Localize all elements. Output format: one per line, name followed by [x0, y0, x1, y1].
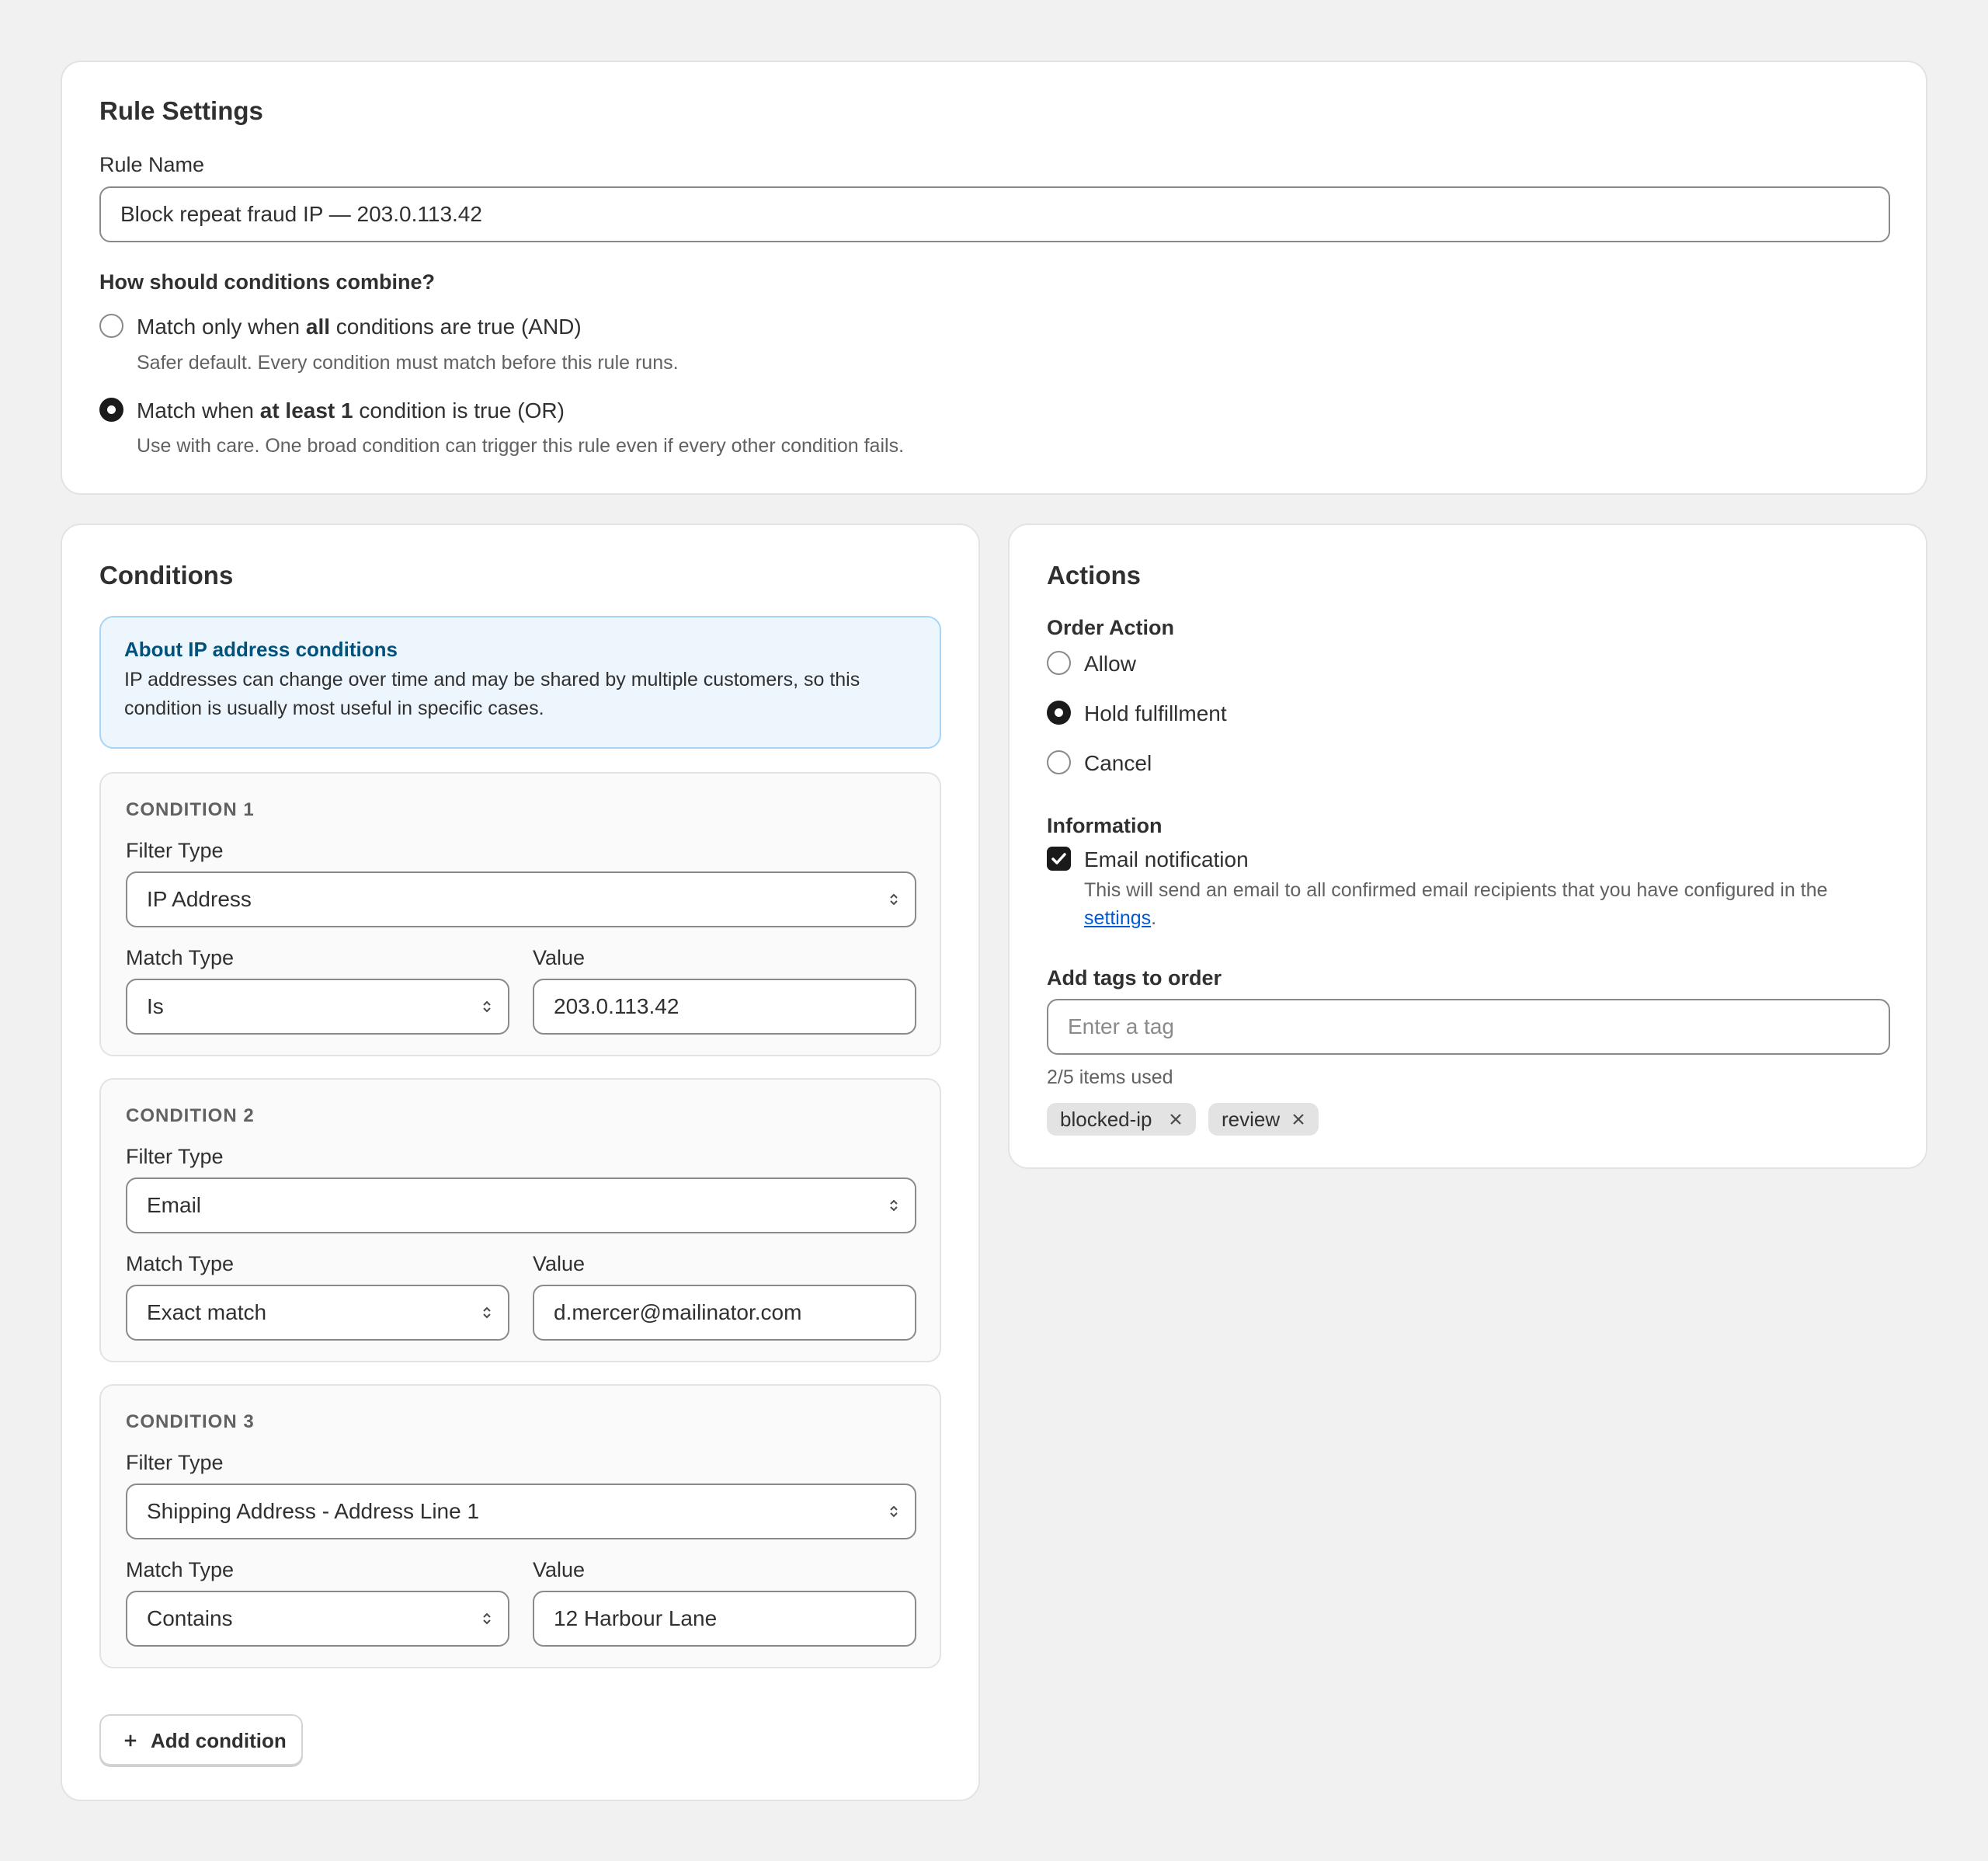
condition-1-value: 203.0.113.42	[554, 994, 679, 1018]
combine-question: How should conditions combine?	[99, 270, 435, 294]
rule-name-value: Block repeat fraud IP — 203.0.113.42	[120, 202, 482, 226]
option-and-bold: all	[305, 315, 331, 339]
condition-1-match-label: Match Type	[126, 946, 235, 969]
rule-name-label: Rule Name	[99, 153, 205, 176]
select-chevron-icon	[890, 1199, 898, 1212]
condition-2-filter-select[interactable]: Email	[126, 1177, 916, 1233]
condition-2-heading: CONDITION 2	[126, 1105, 255, 1126]
tag-review: review	[1208, 1103, 1319, 1136]
condition-1-match-select[interactable]: Is	[126, 979, 509, 1035]
condition-1-filter-value: IP Address	[147, 887, 252, 911]
tag-blocked-ip: blocked-ip	[1047, 1103, 1196, 1136]
info-banner-line1: IP addresses can change over time and ma…	[124, 669, 860, 690]
condition-3-match-value: Contains	[147, 1606, 233, 1630]
actions-card: Actions Order Action Allow Hold fulfillm…	[1008, 524, 1927, 1169]
select-chevron-icon	[890, 893, 898, 906]
checkmark-icon	[1051, 853, 1066, 864]
tag-input-placeholder: Enter a tag	[1068, 1014, 1174, 1038]
tags-count: 2/5 items used	[1047, 1066, 1173, 1088]
condition-3-value-label: Value	[533, 1558, 586, 1581]
actions-title: Actions	[1047, 561, 1142, 590]
option-and-help: Safer default. Every condition must matc…	[137, 352, 679, 374]
option-or-bold: at least 1	[259, 398, 353, 423]
order-action-label: Order Action	[1047, 616, 1175, 639]
option-or-prefix: Match when	[137, 398, 260, 423]
add-condition-button[interactable]: Add condition	[99, 1714, 303, 1765]
info-banner-line2: condition is usually most useful in spec…	[124, 697, 544, 719]
radio-hold-fulfillment[interactable]	[1047, 701, 1071, 725]
info-banner: About IP address conditions IP addresses…	[99, 616, 941, 749]
condition-1-value-label: Value	[533, 946, 586, 969]
plus-icon	[124, 1734, 137, 1747]
radio-or[interactable]	[99, 398, 123, 422]
rule-name-input[interactable]: Block repeat fraud IP — 203.0.113.42	[99, 186, 1890, 242]
option-and-suffix: conditions are true (AND)	[330, 315, 582, 339]
option-or-label[interactable]: Match when at least 1 condition is true …	[137, 398, 565, 423]
condition-3-match-label: Match Type	[126, 1558, 235, 1581]
add-tags-label: Add tags to order	[1047, 966, 1222, 990]
condition-3-value-input[interactable]: 12 Harbour Lane	[533, 1591, 916, 1647]
select-chevron-icon	[483, 1612, 491, 1625]
condition-1-box: CONDITION 1 Filter Type IP Address Match…	[99, 772, 941, 1056]
conditions-title: Conditions	[99, 561, 234, 590]
condition-3-filter-select[interactable]: Shipping Address - Address Line 1	[126, 1484, 916, 1539]
option-or-suffix: condition is true (OR)	[353, 398, 565, 423]
condition-1-heading: CONDITION 1	[126, 799, 255, 820]
tag-input[interactable]: Enter a tag	[1047, 999, 1890, 1055]
condition-1-match-value: Is	[147, 994, 164, 1018]
condition-2-match-label: Match Type	[126, 1252, 235, 1275]
select-chevron-icon	[890, 1505, 898, 1518]
condition-3-value: 12 Harbour Lane	[554, 1606, 718, 1630]
email-notification-help: This will send an email to all confirmed…	[1084, 879, 1828, 901]
tag-label: blocked-ip	[1060, 1107, 1152, 1131]
condition-3-filter-label: Filter Type	[126, 1451, 224, 1474]
condition-2-match-select[interactable]: Exact match	[126, 1285, 509, 1341]
condition-2-value-input[interactable]: d.mercer@mailinator.com	[533, 1285, 916, 1341]
condition-3-heading: CONDITION 3	[126, 1411, 255, 1432]
settings-link[interactable]: settings	[1084, 907, 1151, 929]
conditions-card: Conditions About IP address conditions I…	[61, 524, 980, 1801]
add-condition-label: Add condition	[151, 1729, 287, 1752]
help-period: .	[1151, 907, 1157, 929]
condition-1-filter-select[interactable]: IP Address	[126, 871, 916, 927]
condition-3-filter-value: Shipping Address - Address Line 1	[147, 1499, 480, 1523]
condition-1-filter-label: Filter Type	[126, 839, 224, 862]
condition-1-value-input[interactable]: 203.0.113.42	[533, 979, 916, 1035]
tag-label: review	[1222, 1107, 1281, 1131]
radio-and[interactable]	[99, 314, 123, 338]
condition-2-filter-value: Email	[147, 1193, 202, 1217]
order-action-hold[interactable]: Hold fulfillment	[1084, 701, 1227, 726]
radio-cancel[interactable]	[1047, 750, 1071, 774]
info-banner-title: About IP address conditions	[124, 638, 398, 661]
condition-2-match-value: Exact match	[147, 1300, 267, 1324]
order-action-cancel[interactable]: Cancel	[1084, 751, 1152, 776]
rule-settings-title: Rule Settings	[99, 96, 263, 125]
email-notification-help-line2: settings.	[1084, 907, 1156, 930]
order-action-allow[interactable]: Allow	[1084, 652, 1136, 677]
rule-settings-card: Rule Settings Rule Name Block repeat fra…	[61, 61, 1927, 495]
select-chevron-icon	[483, 1306, 491, 1319]
option-and-prefix: Match only when	[137, 315, 306, 339]
condition-2-value: d.mercer@mailinator.com	[554, 1300, 802, 1324]
condition-2-box: CONDITION 2 Filter Type Email Match Type…	[99, 1078, 941, 1362]
option-or-help: Use with care. One broad condition can t…	[137, 435, 905, 457]
email-notification-checkbox[interactable]	[1047, 847, 1071, 871]
radio-allow[interactable]	[1047, 651, 1071, 675]
condition-2-value-label: Value	[533, 1252, 586, 1275]
condition-2-filter-label: Filter Type	[126, 1145, 224, 1168]
condition-3-match-select[interactable]: Contains	[126, 1591, 509, 1647]
option-and-label[interactable]: Match only when all conditions are true …	[137, 315, 582, 339]
select-chevron-icon	[483, 1000, 491, 1013]
email-notification-label[interactable]: Email notification	[1084, 847, 1249, 872]
remove-tag-icon[interactable]	[1169, 1112, 1183, 1126]
condition-3-box: CONDITION 3 Filter Type Shipping Address…	[99, 1384, 941, 1668]
remove-tag-icon[interactable]	[1291, 1112, 1305, 1126]
information-label: Information	[1047, 814, 1163, 837]
